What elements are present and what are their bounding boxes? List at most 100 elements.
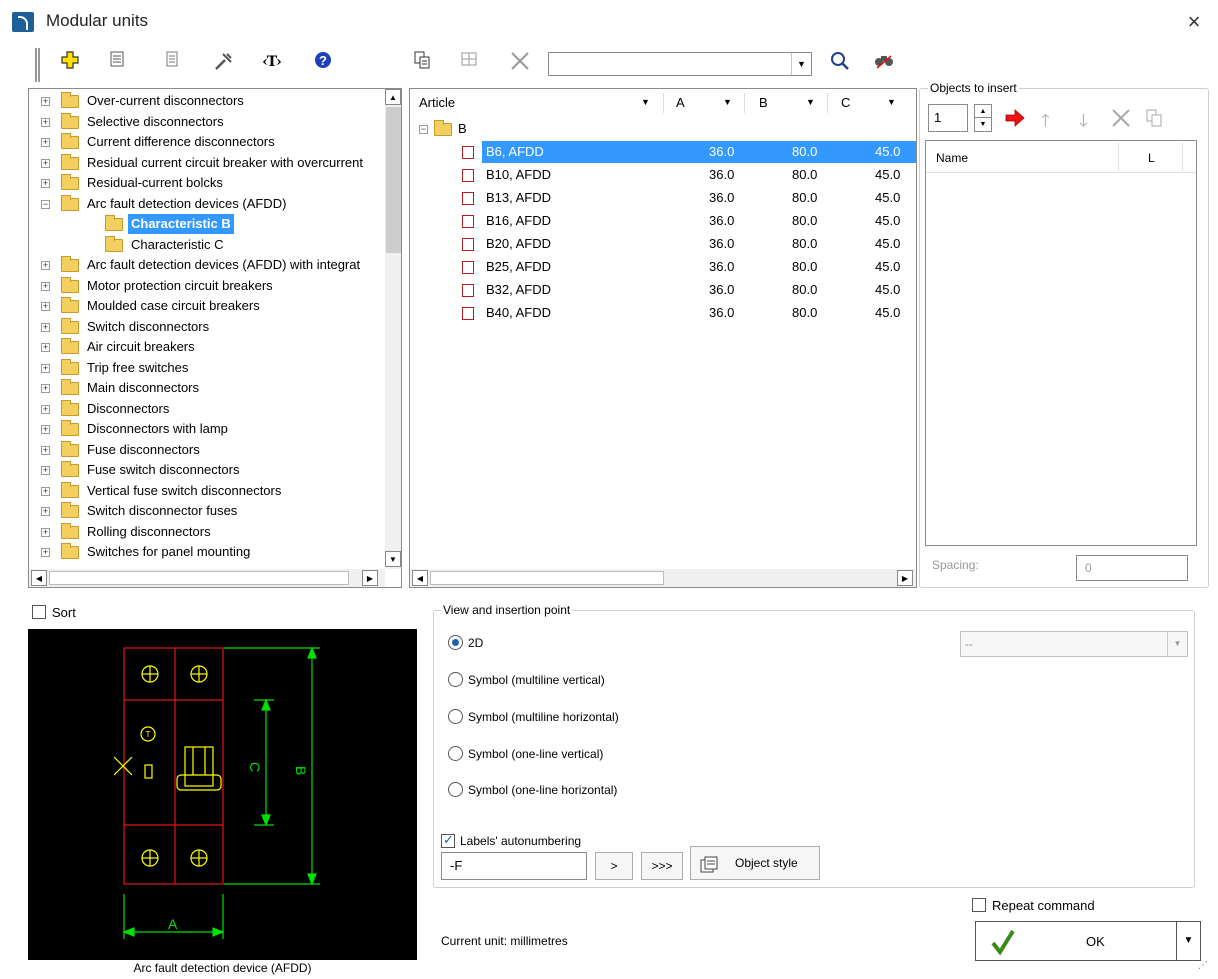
copy-object-icon[interactable]: [1144, 108, 1164, 131]
search-combo[interactable]: ▼: [548, 52, 812, 76]
scroll-up-icon[interactable]: ▲: [385, 89, 401, 105]
move-up-icon[interactable]: 🡑: [1041, 108, 1050, 137]
scroll-right-icon[interactable]: ▶: [897, 570, 913, 586]
copy-icon[interactable]: [410, 50, 434, 74]
prefix-input[interactable]: -F: [441, 852, 587, 880]
expand-icon[interactable]: +: [41, 158, 50, 168]
spacing-input[interactable]: 0: [1076, 555, 1188, 581]
search-icon[interactable]: [828, 50, 852, 74]
column-a-filter-icon[interactable]: ▼: [723, 97, 732, 107]
expand-icon[interactable]: +: [41, 445, 50, 455]
close-button[interactable]: ×: [1180, 8, 1208, 36]
expand-icon[interactable]: +: [41, 138, 50, 147]
chevron-down-icon[interactable]: ▼: [791, 53, 811, 75]
properties-icon[interactable]: [105, 50, 129, 74]
article-row[interactable]: B32, AFDD 36.0 80.0 45.0: [410, 279, 916, 301]
scroll-left-icon[interactable]: ◀: [412, 570, 428, 586]
article-row[interactable]: B6, AFDD 36.0 80.0 45.0: [410, 141, 916, 163]
insert-arrow-icon[interactable]: [1003, 106, 1027, 130]
article-row[interactable]: B40, AFDD 36.0 80.0 45.0: [410, 302, 916, 324]
object-style-icon: [699, 854, 719, 886]
tree-hscroll-thumb[interactable]: [49, 571, 349, 585]
tree-vscroll-thumb[interactable]: [386, 107, 401, 253]
add-icon[interactable]: [58, 50, 82, 74]
move-down-icon[interactable]: 🡓: [1079, 108, 1088, 137]
article-row[interactable]: B20, AFDD 36.0 80.0 45.0: [410, 233, 916, 255]
article-hscrollbar[interactable]: ◀ ▶: [410, 569, 916, 587]
expand-icon[interactable]: +: [41, 322, 50, 332]
expand-icon[interactable]: +: [41, 281, 50, 291]
repeat-command-checkbox[interactable]: [972, 898, 986, 912]
objects-group-label: Objects to insert: [928, 81, 1019, 95]
expand-icon[interactable]: +: [41, 384, 50, 393]
expand-icon[interactable]: +: [41, 363, 50, 373]
category-tree[interactable]: + Over-current disconnectors + Selective di…: [28, 88, 402, 588]
article-row[interactable]: B10, AFDD 36.0 80.0 45.0: [410, 164, 916, 186]
column-a[interactable]: A: [676, 91, 685, 115]
text-icon[interactable]: ‹T›: [260, 50, 284, 74]
view-radio[interactable]: [448, 672, 463, 687]
view-radio[interactable]: [448, 635, 463, 650]
tree-vscrollbar[interactable]: ▲ ▼: [385, 89, 401, 569]
sort-checkbox[interactable]: [32, 605, 46, 619]
expand-icon[interactable]: +: [41, 466, 50, 475]
expand-icon[interactable]: +: [41, 425, 50, 434]
stepper-up-icon[interactable]: ▲: [975, 105, 991, 118]
view-radio[interactable]: [448, 746, 463, 761]
table-icon[interactable]: [457, 50, 481, 74]
view-radio[interactable]: [448, 709, 463, 724]
all-numbers-button[interactable]: >>>: [641, 852, 683, 880]
expand-icon[interactable]: +: [41, 179, 50, 188]
column-article[interactable]: Article: [419, 91, 455, 115]
expand-icon[interactable]: +: [41, 97, 50, 106]
autonumber-checkbox[interactable]: [441, 832, 455, 848]
article-row[interactable]: B25, AFDD 36.0 80.0 45.0: [410, 256, 916, 278]
expand-icon[interactable]: +: [41, 302, 50, 311]
toolbar-grip[interactable]: [35, 48, 40, 82]
help-icon[interactable]: ?: [311, 50, 335, 74]
next-number-button[interactable]: >: [595, 852, 633, 880]
scroll-left-icon[interactable]: ◀: [31, 570, 47, 586]
remove-icon[interactable]: [1110, 107, 1132, 132]
objects-list[interactable]: Name L: [925, 140, 1197, 546]
scroll-down-icon[interactable]: ▼: [385, 551, 401, 567]
list-icon[interactable]: [160, 50, 184, 74]
expand-icon[interactable]: +: [41, 404, 50, 414]
collapse-icon[interactable]: −: [419, 125, 428, 134]
objects-column-name[interactable]: Name: [936, 151, 968, 165]
scroll-right-icon[interactable]: ▶: [362, 570, 378, 586]
ok-dropdown-icon[interactable]: ▼: [1176, 922, 1200, 960]
tree-hscrollbar[interactable]: ◀ ▶: [29, 569, 385, 587]
quantity-stepper[interactable]: ▲ ▼: [974, 104, 992, 132]
expand-icon[interactable]: +: [41, 507, 50, 516]
collapse-icon[interactable]: −: [41, 199, 50, 209]
column-c[interactable]: C: [841, 91, 850, 115]
article-row[interactable]: B13, AFDD 36.0 80.0 45.0: [410, 187, 916, 209]
chevron-down-icon[interactable]: ▼: [1167, 632, 1187, 656]
view-combo[interactable]: -- ▼: [960, 631, 1188, 657]
expand-icon[interactable]: +: [41, 117, 50, 127]
column-c-filter-icon[interactable]: ▼: [887, 97, 896, 107]
column-b-filter-icon[interactable]: ▼: [806, 97, 815, 107]
expand-icon[interactable]: +: [41, 486, 50, 496]
view-radio[interactable]: [448, 782, 463, 797]
resize-grip-icon[interactable]: ⋰: [1198, 960, 1214, 976]
expand-icon[interactable]: +: [41, 527, 50, 537]
tools-icon[interactable]: [212, 50, 236, 74]
column-article-filter-icon[interactable]: ▼: [641, 97, 650, 107]
column-b[interactable]: B: [759, 91, 768, 115]
quantity-input[interactable]: 1: [928, 104, 968, 132]
article-list[interactable]: Article ▼ A ▼ B ▼ C ▼ − B B6, AFDD 36.0 80…: [409, 88, 917, 588]
object-style-button[interactable]: Object style: [690, 846, 820, 880]
find-icon[interactable]: [872, 50, 896, 74]
expand-icon[interactable]: +: [41, 548, 50, 557]
expand-icon[interactable]: +: [41, 343, 50, 352]
objects-column-l[interactable]: L: [1148, 151, 1155, 165]
delete-icon[interactable]: [508, 50, 532, 74]
expand-icon[interactable]: +: [41, 261, 50, 270]
ok-button[interactable]: OK ▼: [975, 921, 1201, 961]
article-row[interactable]: B16, AFDD 36.0 80.0 45.0: [410, 210, 916, 232]
stepper-down-icon[interactable]: ▼: [975, 118, 991, 131]
article-hscroll-thumb[interactable]: [430, 571, 664, 585]
view-option-label: Symbol (multiline horizontal): [468, 710, 619, 724]
